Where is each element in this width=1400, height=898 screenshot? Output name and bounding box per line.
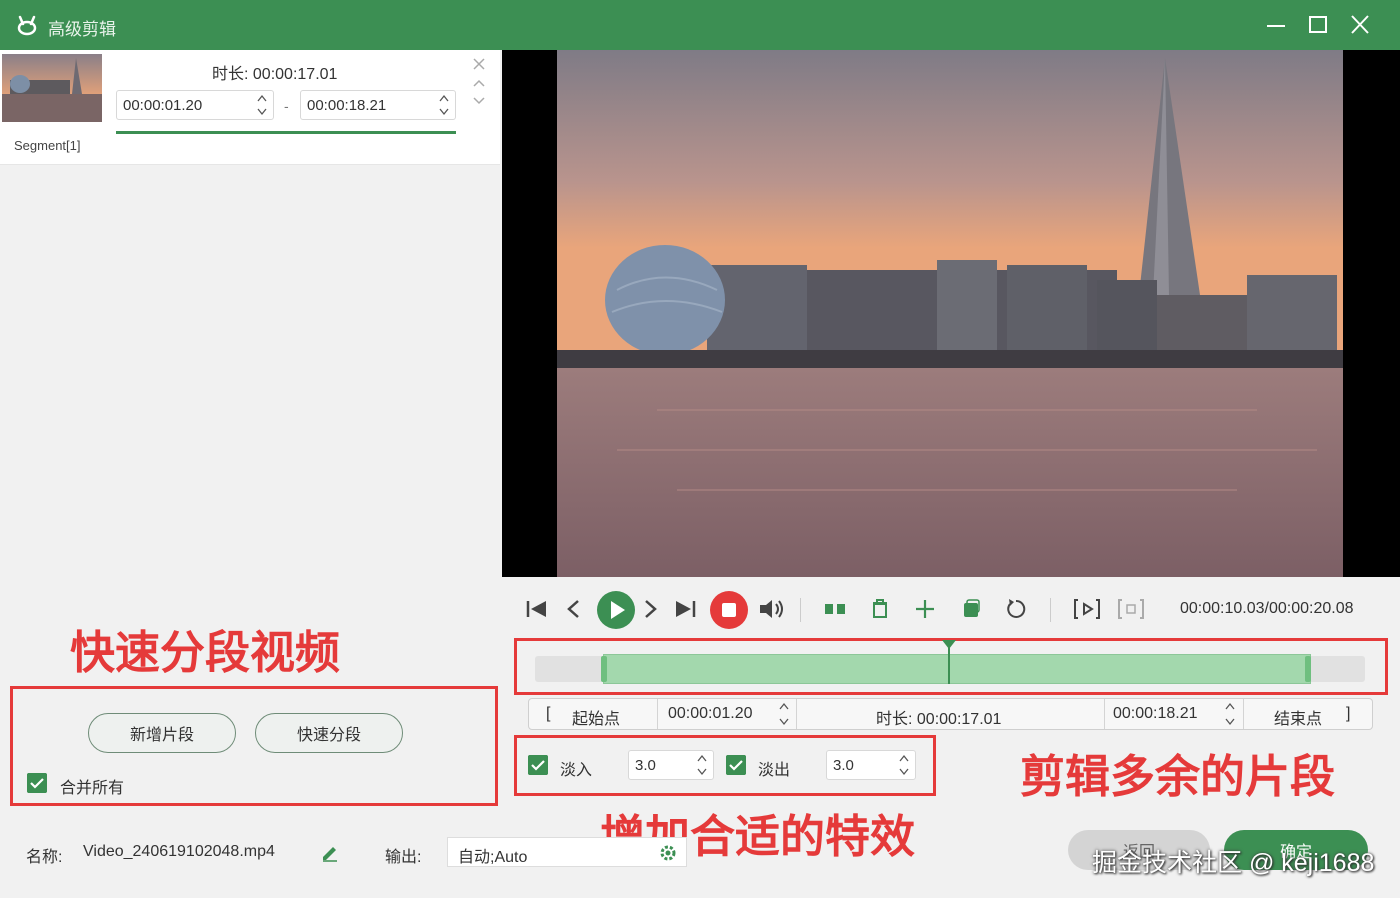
range-end-value: 00:00:18.21 [1113,705,1198,722]
spinner-arrows-icon[interactable] [899,752,909,778]
range-start-value: 00:00:01.20 [668,705,753,722]
start-bracket: [ [546,705,551,722]
spinner-arrows-icon[interactable] [257,92,267,118]
playback-time: 00:00:10.03/00:00:20.08 [1180,600,1354,617]
skip-to-end-icon[interactable] [670,594,700,624]
copy-icon[interactable] [956,594,986,624]
annotation-split: 快速分段视频 [70,627,341,678]
delete-icon[interactable] [865,594,895,624]
close-icon[interactable] [1345,12,1375,38]
file-name-label: 名称: [26,849,63,866]
video-frame-image [557,50,1343,577]
merge-all-label: 合并所有 [60,780,125,797]
file-name-value: Video_240619102048.mp4 [83,843,275,860]
split-icon[interactable] [820,594,850,624]
segment-end-field[interactable]: 00:00:18.21 [300,90,456,120]
divider [1050,598,1051,622]
app-logo-icon [17,15,37,36]
range-duration: 时长: 00:00:17.01 [876,705,1001,729]
end-bracket: ] [1346,705,1351,722]
fade-out-value: 3.0 [833,757,854,774]
range-dash: - [284,98,289,114]
previous-frame-icon[interactable] [558,594,588,624]
fade-out-field[interactable]: 3.0 [826,750,916,780]
range-duration-value: 00:00:17.01 [916,711,1002,728]
new-segment-button[interactable]: 新增片段 [88,713,236,753]
segment-start-value: 00:00:01.20 [123,97,203,114]
fade-in-field[interactable]: 3.0 [628,750,714,780]
set-start-button[interactable]: 起始点 [572,705,620,729]
play-button[interactable] [596,590,636,630]
segment-duration-label: 时长: [212,66,249,83]
fullscreen-segment-icon[interactable] [1116,594,1146,624]
segment-close-icon[interactable] [472,57,486,71]
segment-label: Segment[1] [14,138,81,153]
fade-out-checkbox[interactable] [726,755,746,775]
segment-progress-bar [116,131,456,134]
quick-split-button[interactable]: 快速分段 [255,713,403,753]
fade-in-label: 淡入 [560,762,593,779]
timeline-start-handle[interactable] [601,656,607,682]
segment-start-field[interactable]: 00:00:01.20 [116,90,274,120]
segment-thumbnail[interactable] [2,54,102,122]
timeline-selection[interactable] [603,654,1311,684]
stop-button[interactable] [709,590,749,630]
minimize-icon[interactable] [1261,12,1291,38]
spinner-arrows-icon[interactable] [697,752,707,778]
segment-duration: 时长: 00:00:17.01 [212,60,337,84]
next-frame-icon[interactable] [636,594,666,624]
title-bar [0,0,1400,50]
segment-reorder-arrows-icon[interactable] [472,78,486,106]
spinner-arrows-icon[interactable] [1224,700,1236,728]
segment-end-value: 00:00:18.21 [307,97,387,114]
fade-out-label: 淡出 [758,762,791,779]
annotation-trim: 剪辑多余的片段 [1020,751,1336,802]
edit-name-icon[interactable] [320,842,340,862]
window-title: 高级剪辑 [48,20,116,39]
output-value: 自动;Auto [458,849,528,866]
set-end-button[interactable]: 结束点 [1274,705,1322,729]
spinner-arrows-icon[interactable] [778,700,790,728]
skip-to-start-icon[interactable] [522,594,552,624]
segment-duration-value: 00:00:17.01 [252,66,338,83]
playhead-marker-icon[interactable] [942,640,956,650]
fade-in-value: 3.0 [635,757,656,774]
volume-icon[interactable] [756,594,786,624]
output-label: 输出: [385,849,422,866]
settings-gear-icon[interactable] [658,843,678,863]
divider [800,598,801,622]
range-duration-label: 时长: [876,711,913,728]
timeline-end-handle[interactable] [1305,656,1311,682]
fade-in-checkbox[interactable] [528,755,548,775]
maximize-icon[interactable] [1303,12,1333,38]
preview-segment-icon[interactable] [1072,594,1102,624]
spinner-arrows-icon[interactable] [439,92,449,118]
merge-all-checkbox[interactable] [27,773,47,793]
reset-icon[interactable] [1001,594,1031,624]
add-icon[interactable] [910,594,940,624]
watermark: 掘金技术社区 @ keji1688 [1092,849,1375,877]
